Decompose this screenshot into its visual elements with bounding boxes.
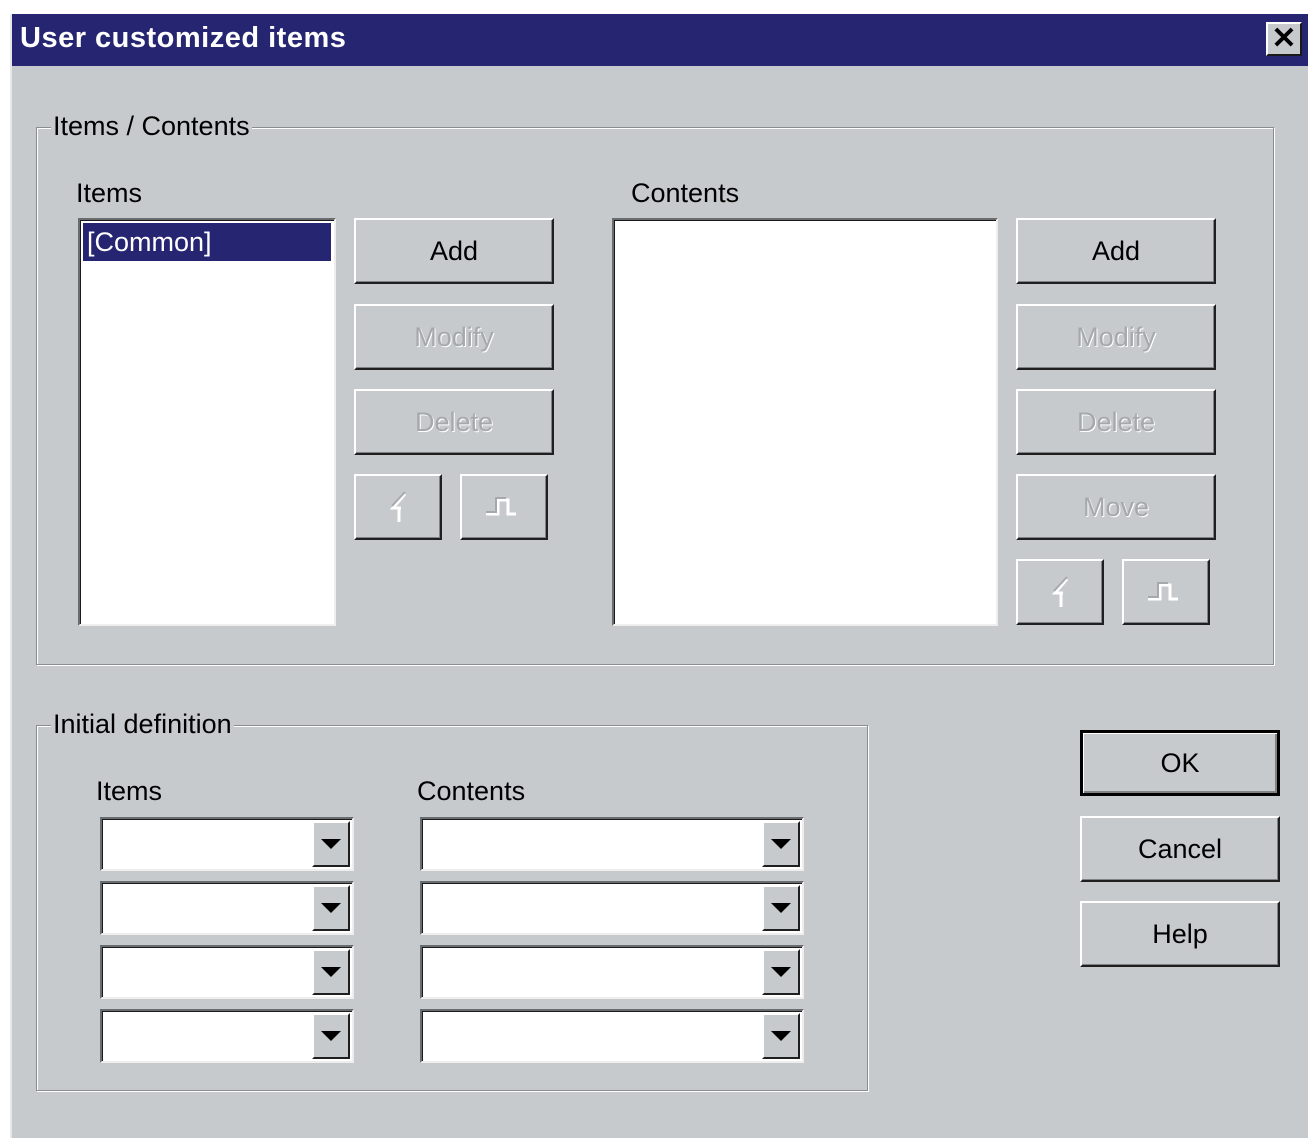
chevron-down-icon[interactable] [312,1013,350,1059]
contents-move-down-button[interactable] [1122,559,1210,625]
arrow-down-icon [486,497,516,516]
ok-button[interactable]: OK [1080,730,1280,796]
items-contents-group-label: Items / Contents [51,111,252,142]
chevron-down-icon[interactable] [762,949,800,995]
items-listbox[interactable]: [Common] [78,218,336,626]
title-bar[interactable]: User customized items ✕ [12,14,1308,66]
content-combo-3[interactable] [420,945,804,999]
list-item-common[interactable]: [Common] [83,223,331,261]
items-add-button[interactable]: Add [354,218,554,284]
initial-contents-label: Contents [417,776,526,806]
content-combo-2[interactable] [420,881,804,935]
contents-listbox[interactable] [612,218,998,626]
item-combo-2[interactable] [100,881,354,935]
items-modify-button[interactable]: Modify [354,304,554,370]
item-combo-4[interactable] [100,1009,354,1063]
chevron-down-icon[interactable] [312,821,350,867]
window-title: User customized items [20,22,347,54]
content-combo-1[interactable] [420,817,804,871]
initial-items-label: Items [96,776,163,806]
chevron-down-icon[interactable] [762,821,800,867]
contents-modify-button[interactable]: Modify [1016,304,1216,370]
items-move-down-button[interactable] [460,474,548,540]
item-combo-3[interactable] [100,945,354,999]
dialog-window: User customized items ✕ Items / Contents… [10,14,1308,1138]
chevron-down-icon[interactable] [762,1013,800,1059]
arrow-down-icon [1148,582,1178,601]
cancel-button[interactable]: Cancel [1080,816,1280,882]
arrow-up-icon [389,491,407,522]
contents-move-button[interactable]: Move [1016,474,1216,540]
help-button[interactable]: Help [1080,901,1280,967]
contents-move-up-button[interactable] [1016,559,1104,625]
content-combo-4[interactable] [420,1009,804,1063]
chevron-down-icon[interactable] [762,885,800,931]
item-combo-1[interactable] [100,817,354,871]
contents-label: Contents [631,178,740,208]
items-label: Items [76,178,143,208]
arrow-up-icon [1051,576,1069,607]
initial-definition-group-label: Initial definition [51,709,234,740]
items-delete-button[interactable]: Delete [354,389,554,455]
chevron-down-icon[interactable] [312,885,350,931]
chevron-down-icon[interactable] [312,949,350,995]
close-icon[interactable]: ✕ [1266,22,1302,56]
items-move-up-button[interactable] [354,474,442,540]
contents-add-button[interactable]: Add [1016,218,1216,284]
contents-delete-button[interactable]: Delete [1016,389,1216,455]
